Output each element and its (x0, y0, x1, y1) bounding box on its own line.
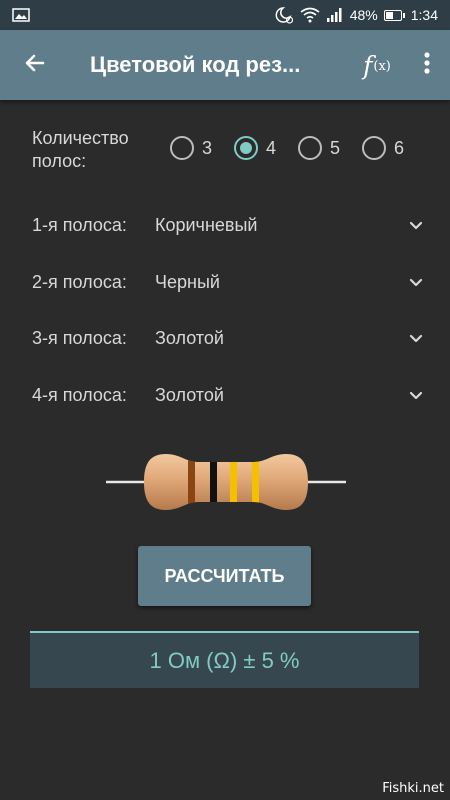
radio-circle (362, 136, 386, 160)
band-4-value: Золотой (155, 384, 224, 405)
battery-percent: 48% (349, 7, 378, 23)
moon-alarm-icon (274, 6, 294, 24)
result-value: 1 Ом (Ω) ± 5 % (149, 647, 300, 673)
band-2-select[interactable]: 2-я полоса: Черный (32, 262, 426, 302)
back-arrow-icon (23, 51, 47, 80)
resistor-band-3 (230, 454, 237, 510)
resistor-body (144, 454, 308, 510)
calculate-button[interactable]: РАССЧИТАТЬ (138, 546, 311, 606)
resistor-band-2 (210, 454, 217, 510)
chevron-down-icon (406, 328, 426, 348)
function-icon-f: f (363, 50, 373, 80)
band-2-label: 2-я полоса: (32, 271, 127, 292)
image-icon (12, 8, 30, 22)
resistor-band-1 (188, 454, 195, 510)
radio-5-bands[interactable]: 5 (298, 136, 340, 160)
more-vert-icon (423, 51, 431, 80)
radio-3-bands[interactable]: 3 (170, 136, 212, 160)
band-3-value: Золотой (155, 327, 224, 348)
bands-count-label: Количество полос: (32, 128, 129, 171)
radio-circle (298, 136, 322, 160)
wifi-icon (300, 7, 320, 23)
band-1-select[interactable]: 1-я полоса: Коричневый (32, 205, 426, 245)
back-button[interactable] (0, 30, 70, 100)
radio-label: 5 (330, 137, 341, 158)
band-1-value: Коричневый (155, 214, 258, 235)
band-1-label: 1-я полоса: (32, 214, 127, 235)
page-title: Цветовой код рез... (90, 52, 301, 77)
bands-count-group: Количество полос: 3 4 5 6 (32, 127, 432, 175)
clock: 1:34 (410, 7, 438, 23)
radio-label: 6 (394, 137, 405, 158)
radio-6-bands[interactable]: 6 (362, 136, 404, 160)
chevron-down-icon (406, 272, 426, 292)
resistor-band-4 (252, 454, 259, 510)
watermark: Fishki.net (382, 781, 444, 796)
radio-circle-checked (234, 136, 258, 160)
radio-4-bands[interactable]: 4 (234, 136, 276, 160)
band-4-select[interactable]: 4-я полоса: Золотой (32, 375, 426, 415)
band-4-label: 4-я полоса: (32, 384, 127, 405)
result-display: 1 Ом (Ω) ± 5 % (30, 631, 419, 688)
band-2-value: Черный (155, 271, 220, 292)
chevron-down-icon (406, 215, 426, 235)
function-button[interactable]: f (x) (350, 30, 404, 100)
radio-label: 4 (266, 137, 277, 158)
function-icon: f (x) (363, 51, 391, 80)
battery-icon (383, 9, 405, 21)
band-3-select[interactable]: 3-я полоса: Золотой (32, 318, 426, 358)
function-icon-x: (x) (373, 58, 391, 74)
radio-circle (170, 136, 194, 160)
resistor-illustration (106, 450, 346, 514)
radio-label: 3 (202, 137, 213, 158)
band-3-label: 3-я полоса: (32, 327, 127, 348)
more-options-button[interactable] (404, 30, 450, 100)
app-bar: Цветовой код рез... f (x) (0, 30, 450, 100)
status-bar: 48% 1:34 (0, 0, 450, 30)
chevron-down-icon (406, 385, 426, 405)
signal-icon (326, 8, 344, 22)
